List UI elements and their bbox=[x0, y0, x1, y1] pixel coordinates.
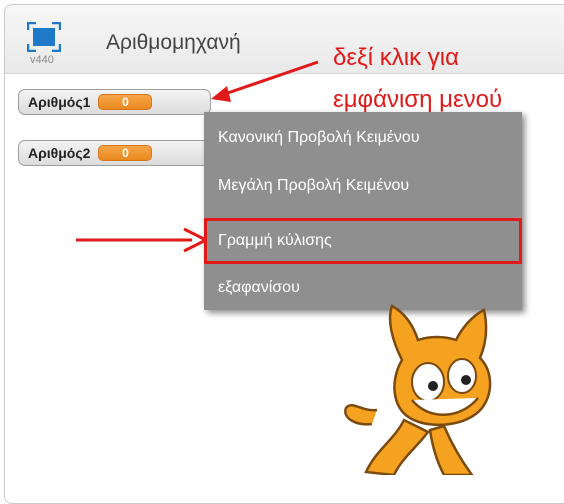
annotation-line-2: εμφάνιση μενού bbox=[333, 86, 503, 113]
watcher-value: 0 bbox=[98, 145, 153, 161]
menu-item-normal-readout[interactable]: Κανονική Προβολή Κειμένου bbox=[204, 115, 522, 161]
watcher-label: Αριθμός1 bbox=[28, 94, 91, 110]
watcher-label: Αριθμός2 bbox=[28, 145, 91, 161]
watcher-value: 0 bbox=[98, 94, 153, 110]
red-arrow bbox=[76, 227, 207, 253]
variable-watcher-1[interactable]: Αριθμός1 0 bbox=[18, 89, 211, 115]
version-label: v440 bbox=[30, 54, 54, 66]
red-arrow bbox=[211, 60, 319, 102]
fullscreen-stage-icon[interactable] bbox=[27, 22, 61, 52]
context-menu: Κανονική Προβολή Κειμένου Μεγάλη Προβολή… bbox=[204, 112, 522, 310]
annotation-line-1: δεξί κλικ για bbox=[333, 44, 460, 71]
project-title: Αριθμομηχανή bbox=[106, 31, 241, 54]
scratch-cat-sprite[interactable] bbox=[332, 300, 522, 475]
menu-item-large-readout[interactable]: Μεγάλη Προβολή Κειμένου bbox=[204, 163, 522, 209]
variable-watcher-2[interactable]: Αριθμός2 0 bbox=[18, 140, 211, 166]
menu-item-slider[interactable]: Γραμμή κύλισης bbox=[204, 218, 522, 264]
